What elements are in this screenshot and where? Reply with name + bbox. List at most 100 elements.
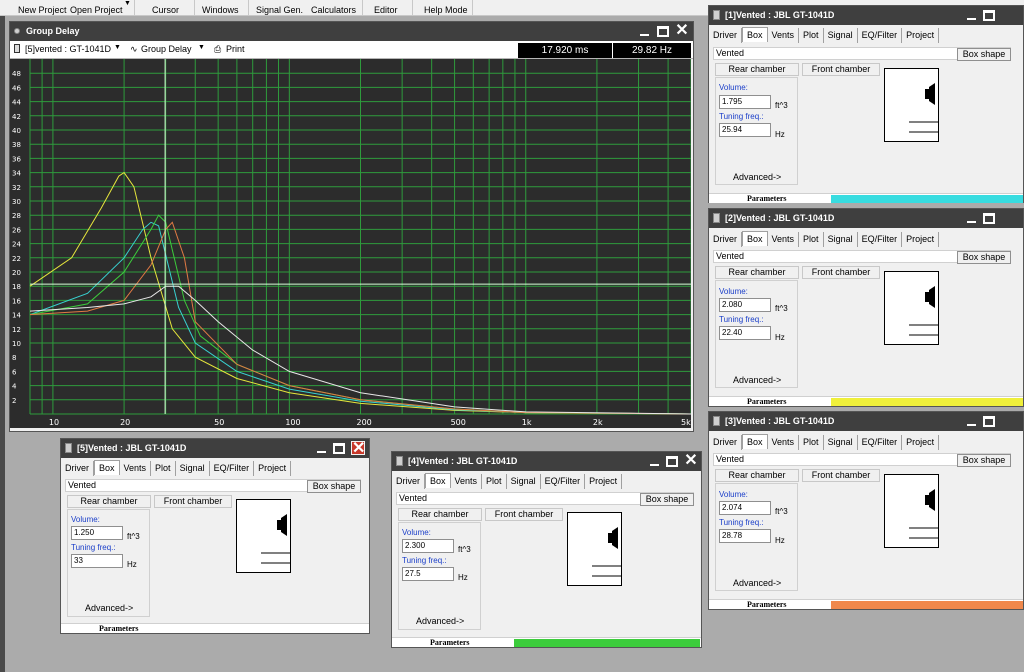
advanced-link[interactable]: Advanced-> <box>85 603 133 613</box>
tuning-field[interactable]: 25.94 <box>719 123 771 137</box>
parameters-bar[interactable]: Parameters <box>709 193 1023 203</box>
tab-vents[interactable]: Vents <box>767 28 800 43</box>
tab-eq-filter[interactable]: EQ/Filter <box>857 28 903 43</box>
minimize-icon[interactable] <box>965 8 979 22</box>
parameters-bar[interactable]: Parameters <box>709 396 1023 406</box>
tab-driver[interactable]: Driver <box>61 461 94 476</box>
front-chamber-tab[interactable]: Front chamber <box>802 469 880 482</box>
tab-driver[interactable]: Driver <box>709 232 742 247</box>
window-menu-icon[interactable] <box>713 416 720 426</box>
box-shape-button[interactable]: Box shape <box>957 251 1011 264</box>
rear-chamber-tab[interactable]: Rear chamber <box>715 469 799 482</box>
group-delay-titlebar[interactable]: Group Delay ✕ <box>10 22 693 41</box>
box-shape-button[interactable]: Box shape <box>957 454 1011 467</box>
advanced-link[interactable]: Advanced-> <box>733 375 781 385</box>
vented-3-titlebar[interactable]: [3]Vented : JBL GT-1041D <box>709 412 1023 431</box>
tab-plot[interactable]: Plot <box>799 28 824 43</box>
tab-box[interactable]: Box <box>425 473 451 488</box>
tab-box[interactable]: Box <box>742 231 768 246</box>
chevron-down-icon[interactable]: ▼ <box>198 44 205 51</box>
front-chamber-tab[interactable]: Front chamber <box>802 266 880 279</box>
tab-box[interactable]: Box <box>742 434 768 449</box>
maximize-icon[interactable] <box>657 26 669 37</box>
toolbar-new-project[interactable]: New Project <box>18 5 67 15</box>
tab-project[interactable]: Project <box>902 232 940 247</box>
advanced-link[interactable]: Advanced-> <box>416 616 464 626</box>
parameters-bar[interactable]: Parameters <box>392 637 701 647</box>
toolbar-editor[interactable]: Editor <box>374 5 398 15</box>
tab-eq-filter[interactable]: EQ/Filter <box>209 461 255 476</box>
tab-eq-filter[interactable]: EQ/Filter <box>857 232 903 247</box>
toolbar-signal-gen[interactable]: Signal Gen. <box>256 5 303 15</box>
tab-plot[interactable]: Plot <box>799 435 824 450</box>
maximize-icon[interactable] <box>983 10 995 21</box>
advanced-link[interactable]: Advanced-> <box>733 578 781 588</box>
rear-chamber-tab[interactable]: Rear chamber <box>398 508 482 521</box>
minimize-icon[interactable] <box>648 454 662 468</box>
window-menu-icon[interactable] <box>713 213 720 223</box>
box-shape-button[interactable]: Box shape <box>957 48 1011 61</box>
tab-signal[interactable]: Signal <box>506 474 541 489</box>
toolbar-cursor[interactable]: Cursor <box>152 5 179 15</box>
front-chamber-tab[interactable]: Front chamber <box>485 508 563 521</box>
tab-eq-filter[interactable]: EQ/Filter <box>857 435 903 450</box>
vented-4-titlebar[interactable]: [4]Vented : JBL GT-1041D ✕ <box>392 452 701 471</box>
vented-1-titlebar[interactable]: [1]Vented : JBL GT-1041D <box>709 6 1023 25</box>
tab-driver[interactable]: Driver <box>709 28 742 43</box>
vented-5-titlebar[interactable]: [5]Vented : JBL GT-1041D ✕ <box>61 439 369 458</box>
box-shape-button[interactable]: Box shape <box>640 493 694 506</box>
toolbar-help-mode[interactable]: Help Mode <box>424 5 468 15</box>
maximize-icon[interactable] <box>666 456 678 467</box>
chevron-down-icon[interactable]: ▼ <box>114 44 121 51</box>
front-chamber-tab[interactable]: Front chamber <box>154 495 232 508</box>
front-chamber-tab[interactable]: Front chamber <box>802 63 880 76</box>
print-button[interactable]: Print <box>226 44 245 54</box>
maximize-icon[interactable] <box>983 416 995 427</box>
tab-plot[interactable]: Plot <box>151 461 176 476</box>
tab-project[interactable]: Project <box>902 435 940 450</box>
tab-vents[interactable]: Vents <box>450 474 483 489</box>
tab-vents[interactable]: Vents <box>767 232 800 247</box>
volume-field[interactable]: 2.074 <box>719 501 771 515</box>
rear-chamber-tab[interactable]: Rear chamber <box>67 495 151 508</box>
toolbar-windows[interactable]: Windows <box>202 5 239 15</box>
minimize-icon[interactable] <box>965 414 979 428</box>
tab-project[interactable]: Project <box>902 28 940 43</box>
minimize-icon[interactable] <box>638 24 652 38</box>
chevron-down-icon[interactable]: ▼ <box>124 0 131 7</box>
tab-plot[interactable]: Plot <box>799 232 824 247</box>
tab-vents[interactable]: Vents <box>119 461 152 476</box>
maximize-icon[interactable] <box>333 443 345 454</box>
window-menu-icon[interactable] <box>14 28 20 34</box>
window-menu-icon[interactable] <box>65 443 72 453</box>
toolbar-open-project[interactable]: Open Project <box>70 5 123 15</box>
close-icon[interactable]: ✕ <box>351 441 365 457</box>
tuning-field[interactable]: 33 <box>71 554 123 568</box>
tab-signal[interactable]: Signal <box>823 232 858 247</box>
tuning-field[interactable]: 28.78 <box>719 529 771 543</box>
tab-signal[interactable]: Signal <box>823 435 858 450</box>
close-icon[interactable]: ✕ <box>684 453 698 469</box>
window-menu-icon[interactable] <box>713 10 720 20</box>
minimize-icon[interactable] <box>965 211 979 225</box>
parameters-bar[interactable]: Parameters <box>61 623 369 633</box>
window-menu-icon[interactable] <box>396 456 403 466</box>
maximize-icon[interactable] <box>983 213 995 224</box>
tuning-field[interactable]: 27.5 <box>402 567 454 581</box>
rear-chamber-tab[interactable]: Rear chamber <box>715 266 799 279</box>
tab-signal[interactable]: Signal <box>175 461 210 476</box>
volume-field[interactable]: 2.080 <box>719 298 771 312</box>
tab-signal[interactable]: Signal <box>823 28 858 43</box>
volume-field[interactable]: 1.250 <box>71 526 123 540</box>
tab-eq-filter[interactable]: EQ/Filter <box>540 474 586 489</box>
plot-type-selector[interactable]: Group Delay <box>141 44 192 54</box>
tab-vents[interactable]: Vents <box>767 435 800 450</box>
tab-driver[interactable]: Driver <box>392 474 425 489</box>
vented-2-titlebar[interactable]: [2]Vented : JBL GT-1041D <box>709 209 1023 228</box>
parameters-bar[interactable]: Parameters <box>709 599 1023 609</box>
minimize-icon[interactable] <box>315 441 329 455</box>
volume-field[interactable]: 2.300 <box>402 539 454 553</box>
rear-chamber-tab[interactable]: Rear chamber <box>715 63 799 76</box>
tuning-field[interactable]: 22.40 <box>719 326 771 340</box>
box-shape-button[interactable]: Box shape <box>307 480 361 493</box>
